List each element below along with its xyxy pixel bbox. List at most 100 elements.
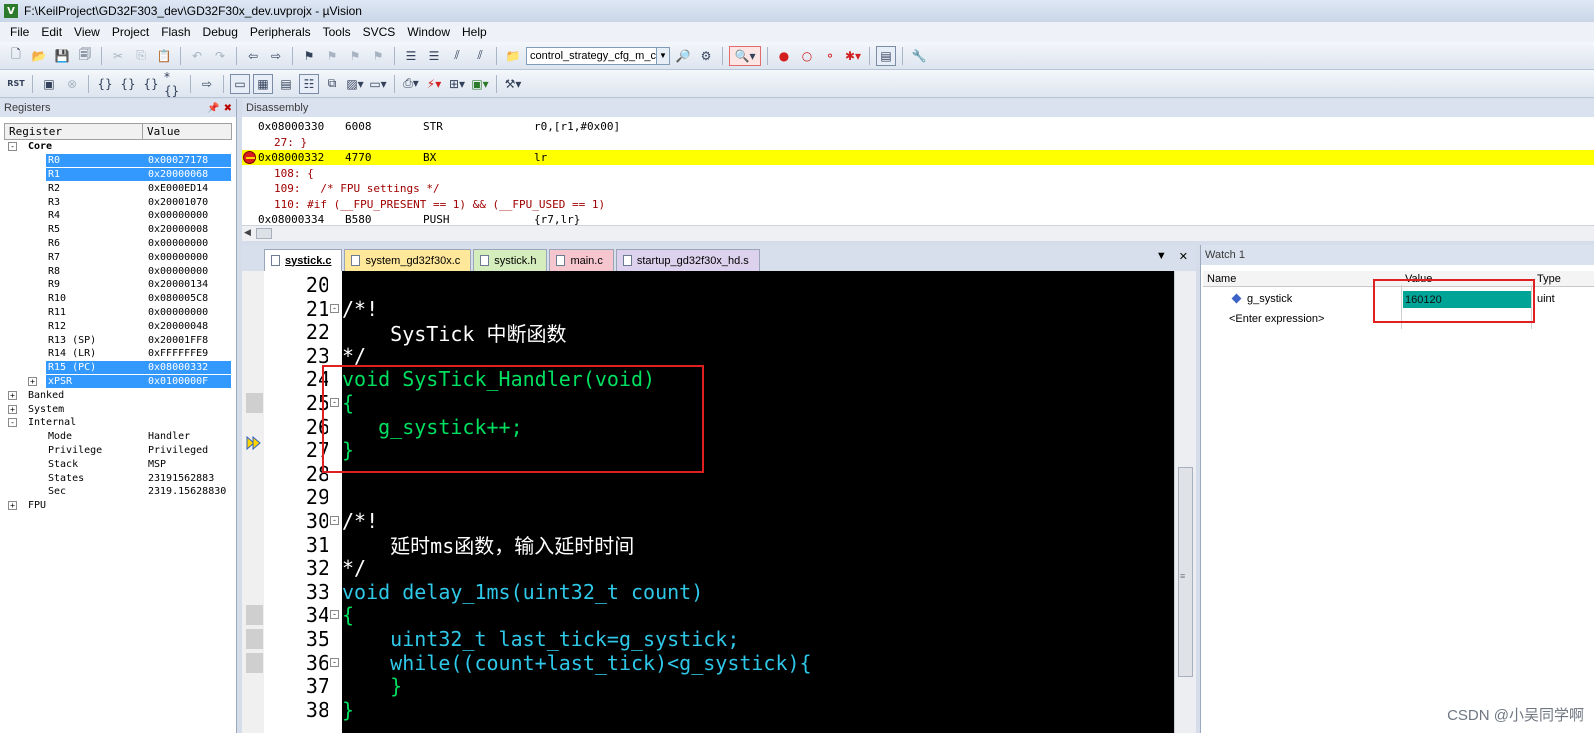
editor-tab[interactable]: systick.c bbox=[264, 249, 343, 271]
fold-toggle-icon[interactable]: - bbox=[330, 303, 339, 313]
register-row[interactable]: R11 0x00000000 bbox=[4, 306, 236, 320]
incremental-find-icon[interactable]: 🔎 bbox=[673, 46, 693, 66]
bookmark-next-icon[interactable]: ⚑ bbox=[345, 46, 365, 66]
register-value[interactable]: MSP bbox=[148, 459, 166, 470]
code-line[interactable]: { bbox=[342, 603, 354, 627]
redo-icon[interactable]: ↷ bbox=[210, 46, 230, 66]
asm-line[interactable]: 0x08000332 4770 BX lr bbox=[242, 150, 1594, 165]
collapse-icon[interactable]: - bbox=[8, 142, 17, 152]
menu-help[interactable]: Help bbox=[456, 25, 493, 39]
menu-debug[interactable]: Debug bbox=[197, 25, 244, 39]
menu-peripherals[interactable]: Peripherals bbox=[244, 25, 317, 39]
register-row[interactable]: R3 0x20001070 bbox=[4, 195, 236, 209]
register-value[interactable]: 2319.15628830 bbox=[148, 486, 226, 497]
run-to-cursor-icon[interactable]: *{} bbox=[164, 70, 184, 98]
menu-project[interactable]: Project bbox=[106, 25, 155, 39]
register-value[interactable]: 0x20000048 bbox=[148, 321, 208, 332]
undo-icon[interactable]: ↶ bbox=[187, 46, 207, 66]
wrench-icon[interactable]: 🔧 bbox=[909, 46, 929, 66]
open-folder-icon[interactable]: 📂 bbox=[29, 46, 49, 66]
source-line[interactable]: 109: /* FPU settings */ bbox=[242, 181, 1594, 196]
step-over-icon[interactable]: {} bbox=[118, 74, 138, 94]
code-area[interactable]: /*! SysTick 中断函数 */void SysTick_Handler(v… bbox=[342, 271, 1174, 733]
watch-window-icon[interactable]: ▨▾ bbox=[345, 74, 365, 94]
breakpoint-insert-icon[interactable]: ● bbox=[774, 46, 794, 66]
disassembly-window-icon[interactable]: ▦ bbox=[253, 73, 273, 94]
code-line[interactable]: void delay_1ms(uint32_t count) bbox=[342, 580, 703, 604]
system-viewer-icon[interactable]: ▣▾ bbox=[470, 74, 490, 94]
menu-flash[interactable]: Flash bbox=[155, 25, 196, 39]
collapse-icon[interactable]: - bbox=[8, 418, 17, 428]
register-row[interactable]: + FPU bbox=[4, 499, 236, 513]
register-row[interactable]: R0 0x00027178 bbox=[4, 154, 236, 168]
register-row[interactable]: R8 0x00000000 bbox=[4, 264, 236, 278]
column-type[interactable]: Type bbox=[1533, 271, 1561, 286]
code-line[interactable]: } bbox=[342, 698, 354, 722]
editor-tab[interactable]: main.c bbox=[549, 249, 614, 271]
register-value[interactable]: 0x00000000 bbox=[148, 266, 208, 277]
reset-icon[interactable]: RST bbox=[6, 74, 26, 94]
serial-window-icon[interactable]: ⎙▾ bbox=[401, 74, 421, 94]
indent-icon[interactable]: ☰ bbox=[401, 46, 421, 66]
pin-icon[interactable]: 📌 bbox=[207, 103, 219, 114]
register-value[interactable]: 0xE000ED14 bbox=[148, 183, 208, 194]
step-out-icon[interactable]: {} bbox=[141, 74, 161, 94]
memory-window-icon[interactable]: ▭▾ bbox=[368, 74, 388, 94]
breakpoint-enable-icon[interactable]: ○ bbox=[797, 46, 817, 66]
register-row[interactable]: Mode Handler bbox=[4, 430, 236, 444]
register-row[interactable]: + xPSR 0x0100000F bbox=[4, 374, 236, 389]
navigate-back-icon[interactable]: ⇦ bbox=[243, 46, 263, 66]
menu-edit[interactable]: Edit bbox=[35, 25, 68, 39]
column-register[interactable]: Register bbox=[5, 124, 143, 139]
register-row[interactable]: - Internal bbox=[4, 416, 236, 430]
register-value[interactable]: 0x00000000 bbox=[148, 238, 208, 249]
step-into-icon[interactable]: {} bbox=[95, 74, 115, 94]
column-value[interactable]: Value bbox=[143, 124, 180, 139]
menu-view[interactable]: View bbox=[68, 25, 106, 39]
bookmark-prev-icon[interactable]: ⚑ bbox=[322, 46, 342, 66]
uncomment-icon[interactable]: ⫽ bbox=[470, 46, 490, 66]
source-line[interactable]: 110: #if (__FPU_PRESENT == 1) && (__FPU_… bbox=[242, 197, 1594, 212]
register-value[interactable]: 0x00000000 bbox=[148, 307, 208, 318]
navigate-forward-icon[interactable]: ⇨ bbox=[266, 46, 286, 66]
scrollbar-thumb[interactable] bbox=[256, 228, 272, 239]
register-row[interactable]: Privilege Privileged bbox=[4, 444, 236, 458]
code-line[interactable]: } bbox=[342, 674, 402, 698]
close-tab-icon[interactable]: ✕ bbox=[1179, 250, 1188, 263]
register-row[interactable]: - Core bbox=[4, 140, 236, 154]
menu-file[interactable]: File bbox=[4, 25, 35, 39]
command-window-icon[interactable]: ▭ bbox=[230, 73, 250, 94]
register-value[interactable]: Privileged bbox=[148, 445, 208, 456]
fold-toggle-icon[interactable]: - bbox=[330, 516, 339, 525]
asm-line[interactable]: 0x08000330 6008 STR r0,[r1,#0x00] bbox=[242, 119, 1594, 134]
register-row[interactable]: R9 0x20000134 bbox=[4, 278, 236, 292]
register-value[interactable]: 0x00000000 bbox=[148, 252, 208, 263]
code-line[interactable]: uint32_t last_tick=g_systick; bbox=[342, 627, 739, 651]
editor-tab[interactable]: startup_gd32f30x_hd.s bbox=[615, 249, 760, 271]
call-stack-window-icon[interactable]: ⧉ bbox=[322, 74, 342, 94]
register-row[interactable]: States 23191562883 bbox=[4, 471, 236, 485]
analysis-window-icon[interactable]: ⚡▾ bbox=[424, 74, 444, 94]
register-row[interactable]: + Banked bbox=[4, 388, 236, 402]
comment-icon[interactable]: ⫽ bbox=[447, 46, 467, 66]
close-icon[interactable]: ✖ bbox=[224, 103, 232, 114]
register-row[interactable]: R12 0x20000048 bbox=[4, 319, 236, 333]
stop-icon[interactable]: ⊗ bbox=[62, 74, 82, 94]
register-value[interactable]: 0xFFFFFFE9 bbox=[148, 348, 208, 359]
expand-icon[interactable]: + bbox=[8, 390, 17, 400]
registers-window-icon[interactable]: ☷ bbox=[299, 73, 319, 94]
register-value[interactable]: 0x20001070 bbox=[148, 197, 208, 208]
register-value[interactable]: 0x20000134 bbox=[148, 279, 208, 290]
register-value[interactable]: 0x20000008 bbox=[148, 224, 208, 235]
register-value[interactable]: 23191562883 bbox=[148, 473, 214, 484]
register-value[interactable]: 0x080005C8 bbox=[148, 293, 208, 304]
register-value[interactable]: 0x08000332 bbox=[148, 362, 208, 373]
new-file-icon[interactable]: 🗋 bbox=[6, 46, 26, 66]
symbols-window-icon[interactable]: ▤ bbox=[276, 74, 296, 94]
register-row[interactable]: R2 0xE000ED14 bbox=[4, 181, 236, 195]
register-row[interactable]: Sec 2319.15628830 bbox=[4, 485, 236, 499]
chevron-down-icon[interactable]: ▼ bbox=[656, 47, 669, 64]
register-value[interactable]: 0x20000068 bbox=[148, 169, 208, 180]
register-row[interactable]: R7 0x00000000 bbox=[4, 250, 236, 264]
configure-icon[interactable]: ⚙ bbox=[696, 46, 716, 66]
